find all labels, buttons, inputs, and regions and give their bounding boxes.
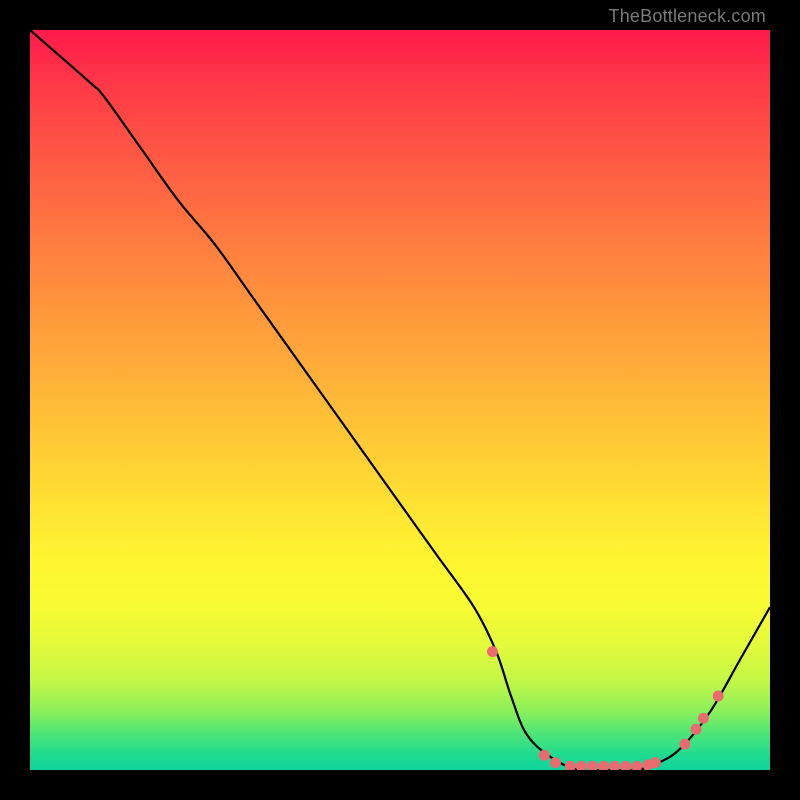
marker-dot xyxy=(550,757,561,768)
marker-dot xyxy=(631,761,642,770)
marker-dot xyxy=(565,761,576,770)
marker-dot xyxy=(539,750,550,761)
chart-svg xyxy=(30,30,770,770)
marker-dot xyxy=(691,724,702,735)
marker-dot xyxy=(576,761,587,770)
plot-area xyxy=(30,30,770,770)
series-markers xyxy=(487,646,724,770)
marker-dot xyxy=(679,739,690,750)
marker-dot xyxy=(698,713,709,724)
chart-frame: TheBottleneck.com xyxy=(0,0,800,800)
marker-dot xyxy=(620,761,631,770)
marker-dot xyxy=(713,691,724,702)
series-curve xyxy=(30,30,770,770)
attribution-label: TheBottleneck.com xyxy=(609,6,766,27)
marker-dot xyxy=(609,761,620,770)
marker-dot xyxy=(487,646,498,657)
marker-dot xyxy=(650,757,661,768)
marker-dot xyxy=(598,761,609,770)
marker-dot xyxy=(587,761,598,770)
